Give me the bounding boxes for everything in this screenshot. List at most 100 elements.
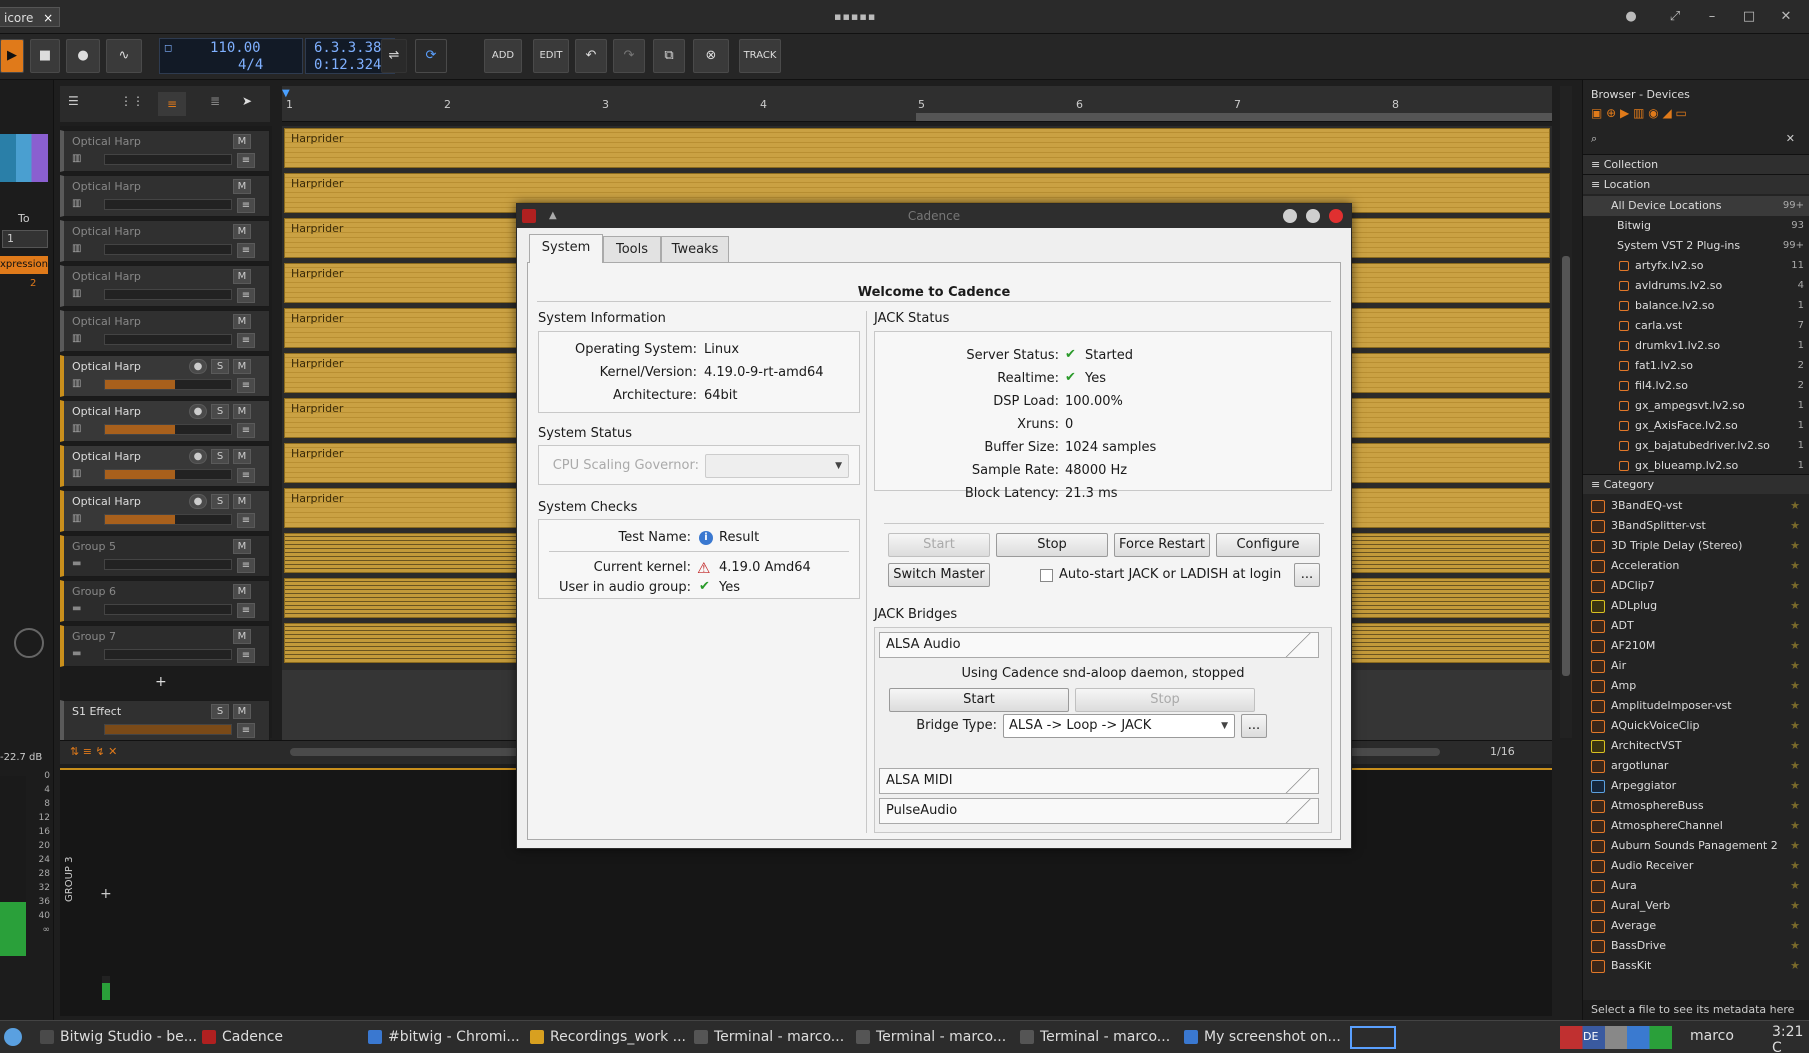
browser-tab-icons[interactable]: ▣ ⊕ ▶ ▥ ◉ ◢ ▭ [1591,106,1801,124]
category-item[interactable]: Acceleration ★ [1583,556,1809,576]
bridge-start-button[interactable]: Start [889,688,1069,712]
play-icon[interactable]: ▶ [0,39,24,73]
volume-fader[interactable] [104,649,232,660]
grid-icon[interactable]: ⋮⋮ [120,94,144,108]
collection-section[interactable]: ≡ Collection [1583,154,1809,174]
plugin-file-item[interactable]: drumkv1.lv2.so 1 [1583,336,1809,356]
pointer-tool-icon[interactable]: ➤ [242,94,252,108]
autostart-more-button[interactable]: ... [1294,563,1320,587]
force-restart-button[interactable]: Force Restart [1114,533,1210,557]
category-section[interactable]: ≡ Category [1583,474,1809,494]
close-icon[interactable]: × [43,11,53,25]
taskbar-item[interactable]: #bitwig - Chromi... [364,1025,524,1050]
track-name[interactable]: Optical Harp [72,225,141,238]
category-item[interactable]: argotlunar ★ [1583,756,1809,776]
plugin-file-item[interactable]: fat1.lv2.so 2 [1583,356,1809,376]
stop-icon[interactable]: ■ [30,39,60,73]
maximize-icon[interactable]: □ [1737,6,1761,28]
punch-icon[interactable]: ⇌ [381,39,407,73]
configure-button[interactable]: Configure [1216,533,1320,557]
taskbar-item[interactable]: Terminal - marco... [690,1025,850,1050]
track-name[interactable]: Optical Harp [72,135,141,148]
record-arm-icon[interactable]: ● [189,359,207,374]
category-item[interactable]: ADLplug ★ [1583,596,1809,616]
track-name[interactable]: Optical Harp [72,270,141,283]
taskbar-item[interactable]: Terminal - marco... [1016,1025,1176,1050]
undo-icon[interactable]: ↶ [575,39,607,73]
category-item[interactable]: ADT ★ [1583,616,1809,636]
timeline-ruler[interactable]: ▼ 12345678 [282,86,1552,122]
track-menu-icon[interactable]: ≡ [237,513,255,528]
alsa-audio-section[interactable]: ALSA Audio [879,632,1319,658]
track-header[interactable]: Optical Harp M ▥ ≡ [60,220,270,262]
favorite-star-icon[interactable]: ★ [1790,596,1800,616]
track-name[interactable]: Optical Harp [72,315,141,328]
tab-tools[interactable]: Tools [603,236,661,262]
close-icon[interactable] [1329,209,1343,223]
track-button[interactable]: TRACK [739,39,781,73]
volume-fader[interactable] [104,334,232,345]
volume-fader[interactable] [104,289,232,300]
mute-button[interactable]: M [233,404,251,419]
category-item[interactable]: BassKit ★ [1583,956,1809,976]
clear-search-icon[interactable]: ✕ [1786,132,1795,145]
autostart-checkbox[interactable] [1040,569,1053,582]
systray-icons[interactable] [1560,1026,1672,1049]
solo-button[interactable]: S [211,449,229,464]
track-menu-icon[interactable]: ≡ [237,198,255,213]
category-item[interactable]: Aural_Verb ★ [1583,896,1809,916]
expression-tab[interactable]: xpression [0,256,48,274]
location-item[interactable]: All Device Locations 99+ [1583,196,1809,216]
track-menu-icon[interactable]: ≡ [237,153,255,168]
solo-button[interactable]: S [211,359,229,374]
location-item[interactable]: System VST 2 Plug-ins 99+ [1583,236,1809,256]
mute-button[interactable]: M [233,269,251,284]
redo-icon[interactable]: ↷ [613,39,645,73]
category-item[interactable]: Amp ★ [1583,676,1809,696]
favorite-star-icon[interactable]: ★ [1790,616,1800,636]
start-menu-icon[interactable] [4,1028,22,1046]
record-arm-icon[interactable]: ● [189,449,207,464]
volume-fader[interactable] [104,469,232,480]
category-item[interactable]: Auburn Sounds Panagement 2 ★ [1583,836,1809,856]
duplicate-icon[interactable]: ⧉ [653,39,685,73]
alsa-midi-section[interactable]: ALSA MIDI [879,768,1319,794]
pulseaudio-section[interactable]: PulseAudio [879,798,1319,824]
volume-fader[interactable] [104,514,232,525]
volume-fader[interactable] [104,244,232,255]
mute-button[interactable]: M [233,224,251,239]
favorite-star-icon[interactable]: ★ [1790,636,1800,656]
minimize-icon[interactable] [1283,209,1297,223]
favorite-star-icon[interactable]: ★ [1790,656,1800,676]
browser-search[interactable]: ⌕ ✕ [1591,132,1801,150]
record-dot-icon[interactable]: ● [1619,6,1643,28]
mute-button[interactable]: M [233,629,251,644]
track-menu-icon[interactable]: ≡ [237,288,255,303]
mute-button[interactable]: M [233,179,251,194]
favorite-star-icon[interactable]: ★ [1790,716,1800,736]
plugin-file-item[interactable]: carla.vst 7 [1583,316,1809,336]
bridge-more-button[interactable]: ... [1241,714,1267,738]
group-track-header[interactable]: Group 6 M ▬ ≡ [60,580,270,622]
keyboard-layout[interactable]: DE [1583,1030,1598,1043]
track-menu-icon[interactable]: ≡ [237,423,255,438]
favorite-star-icon[interactable]: ★ [1790,756,1800,776]
track-menu-icon[interactable]: ≡ [237,723,255,738]
favorite-star-icon[interactable]: ★ [1790,536,1800,556]
track-header[interactable]: Optical Harp ● S M ▥ ≡ [60,355,270,397]
plugin-file-item[interactable]: artyfx.lv2.so 11 [1583,256,1809,276]
mute-button[interactable]: M [233,359,251,374]
track-header[interactable]: Optical Harp M ▥ ≡ [60,130,270,172]
tab-tweaks[interactable]: Tweaks [661,236,729,262]
favorite-star-icon[interactable]: ★ [1790,856,1800,876]
automation-write-icon[interactable]: ∿ [106,39,142,73]
tool-icons[interactable]: ⇅ ≡ ↯ ✕ [70,745,117,758]
favorite-star-icon[interactable]: ★ [1790,776,1800,796]
favorite-star-icon[interactable]: ★ [1790,836,1800,856]
mute-button[interactable]: M [233,314,251,329]
mute-button[interactable]: M [233,584,251,599]
volume-fader[interactable] [104,559,232,570]
category-item[interactable]: Arpeggiator ★ [1583,776,1809,796]
group-track-header[interactable]: Group 5 M ▬ ≡ [60,535,270,577]
favorite-star-icon[interactable]: ★ [1790,916,1800,936]
